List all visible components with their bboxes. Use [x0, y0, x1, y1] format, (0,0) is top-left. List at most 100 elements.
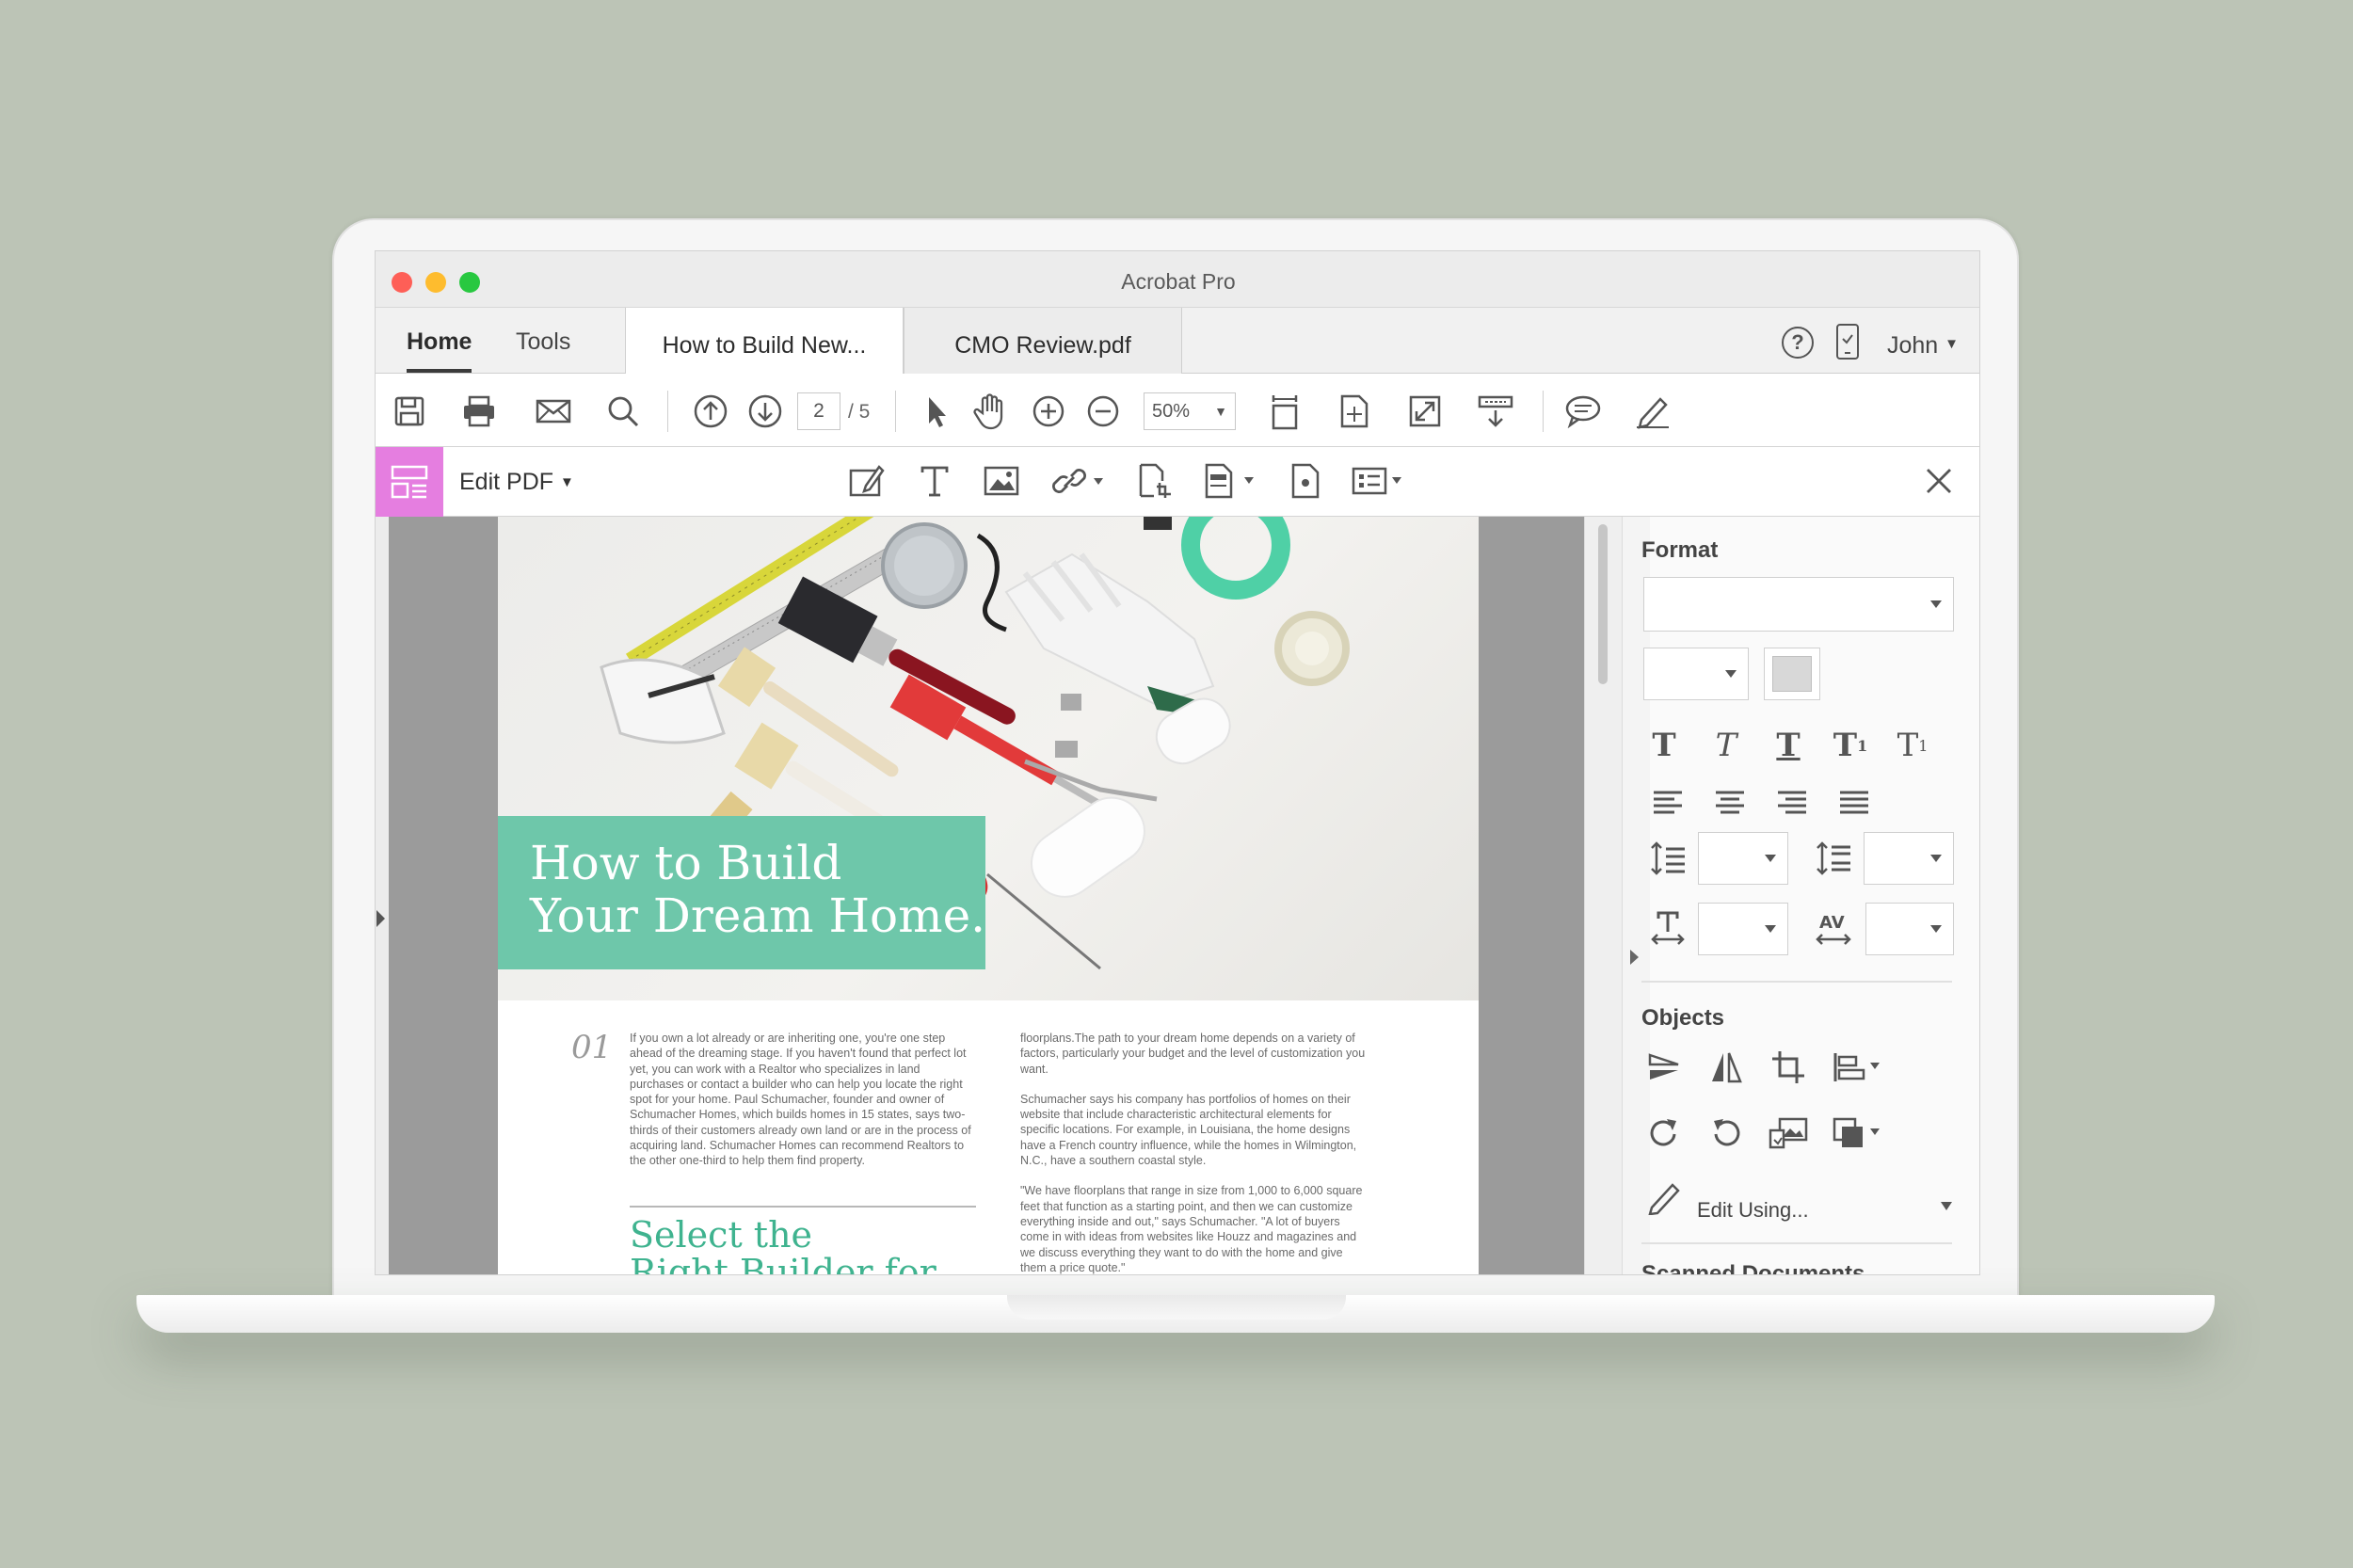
flip-horizontal-icon[interactable] — [1705, 1047, 1747, 1088]
email-icon[interactable] — [533, 391, 574, 432]
subheading-line1: Select the — [630, 1214, 813, 1256]
line-spacing-select[interactable] — [1698, 832, 1788, 885]
tab-tools[interactable]: Tools — [516, 328, 570, 356]
zoom-level-select[interactable]: 50% ▼ — [1144, 392, 1236, 430]
panel-divider — [1641, 1242, 1952, 1244]
arrange-icon[interactable] — [1830, 1112, 1886, 1154]
horizontal-scaling-icon — [1647, 907, 1689, 949]
save-icon[interactable] — [389, 391, 430, 432]
font-size-select[interactable] — [1643, 648, 1749, 700]
paragraph-spacing-icon — [1813, 838, 1854, 879]
zoom-in-icon[interactable] — [1028, 391, 1069, 432]
line-spacing-icon — [1647, 838, 1689, 879]
italic-icon[interactable]: T — [1705, 725, 1747, 766]
user-name: John — [1887, 332, 1939, 359]
body-column-1[interactable]: If you own a lot already or are inheriti… — [630, 1031, 976, 1169]
pdf-page: How to Build Your Dream Home. 01 If you … — [498, 517, 1479, 1274]
body-paragraph: floorplans.The path to your dream home d… — [1020, 1032, 1366, 1076]
section-divider — [630, 1206, 976, 1208]
section-number: 01 — [571, 1029, 613, 1066]
chevron-down-icon: ▼ — [559, 474, 574, 490]
edit-pdf-menu[interactable]: Edit PDF ▼ — [459, 469, 574, 496]
align-left-icon[interactable] — [1647, 781, 1689, 823]
page-number-input[interactable]: 2 — [797, 392, 840, 430]
crop-pages-icon[interactable] — [1134, 460, 1176, 502]
rotate-counterclockwise-icon[interactable] — [1705, 1112, 1747, 1154]
full-screen-icon[interactable] — [1404, 391, 1446, 432]
chevron-down-icon[interactable] — [1941, 1202, 1952, 1210]
hero-title[interactable]: How to Build Your Dream Home. — [498, 816, 985, 969]
watermark-icon[interactable] — [1285, 460, 1326, 502]
header-footer-icon[interactable] — [1202, 460, 1258, 502]
help-icon[interactable]: ? — [1782, 327, 1814, 359]
hero-title-line2: Your Dream Home. — [530, 888, 986, 943]
underline-icon[interactable]: T — [1768, 725, 1809, 766]
more-options-icon[interactable] — [1350, 460, 1408, 502]
scrollbar-thumb[interactable] — [1598, 524, 1608, 684]
align-objects-icon[interactable] — [1830, 1047, 1886, 1088]
fill-sign-icon[interactable] — [1632, 391, 1673, 432]
edit-pdf-label: Edit PDF — [459, 469, 554, 495]
superscript-icon[interactable]: T1 — [1830, 725, 1871, 766]
add-text-icon[interactable] — [914, 460, 955, 502]
justify-icon[interactable] — [1833, 781, 1875, 823]
hand-tool-icon[interactable] — [970, 391, 1012, 432]
fit-page-icon[interactable] — [1334, 391, 1375, 432]
chevron-down-icon — [1725, 670, 1737, 678]
chevron-down-icon — [1765, 855, 1776, 862]
edit-pdf-bar: Edit PDF ▼ — [376, 447, 1979, 517]
replace-image-icon[interactable] — [1768, 1112, 1809, 1154]
scanned-documents-heading-clip: Scanned Documents — [1641, 1261, 1952, 1274]
format-heading: Format — [1641, 537, 1719, 563]
pencil-icon — [1643, 1176, 1685, 1218]
tab-document-how-to-build[interactable]: How to Build New... — [625, 308, 904, 375]
tab-bar: Home Tools How to Build New... CMO Revie… — [376, 308, 1979, 375]
mobile-link-icon[interactable] — [1836, 324, 1859, 360]
link-icon[interactable] — [1051, 460, 1108, 502]
tools-photo: How to Build Your Dream Home. — [498, 517, 1479, 1000]
body-column-2[interactable]: floorplans.The path to your dream home d… — [1020, 1031, 1367, 1274]
chevron-down-icon — [1930, 855, 1942, 862]
bold-icon[interactable]: T — [1643, 725, 1685, 766]
comment-icon[interactable] — [1562, 391, 1604, 432]
horizontal-scaling-select[interactable] — [1698, 903, 1788, 955]
zoom-level-value: 50% — [1152, 401, 1191, 422]
zoom-out-icon[interactable] — [1082, 391, 1124, 432]
align-right-icon[interactable] — [1771, 781, 1813, 823]
vertical-scrollbar[interactable] — [1584, 517, 1622, 1274]
section-subheading[interactable]: Select the Right Builder for — [630, 1214, 936, 1274]
chevron-down-icon: ▼ — [1945, 336, 1960, 352]
search-icon[interactable] — [602, 391, 644, 432]
color-swatch — [1772, 656, 1812, 692]
tab-home[interactable]: Home — [407, 328, 472, 373]
edit-text-image-icon[interactable] — [846, 460, 888, 502]
read-mode-icon[interactable] — [1475, 391, 1516, 432]
scanned-documents-heading: Scanned Documents — [1641, 1261, 1865, 1274]
body-paragraph: Schumacher says his company has portfoli… — [1020, 1092, 1357, 1168]
chevron-down-icon: ▼ — [1214, 404, 1227, 419]
rotate-clockwise-icon[interactable] — [1643, 1112, 1685, 1154]
font-family-select[interactable] — [1643, 577, 1954, 632]
left-panel-toggle[interactable] — [376, 517, 389, 1274]
edit-pdf-tool-icon[interactable] — [376, 447, 443, 517]
paragraph-spacing-select[interactable] — [1864, 832, 1954, 885]
print-icon[interactable] — [458, 391, 500, 432]
align-center-icon[interactable] — [1709, 781, 1751, 823]
next-page-icon[interactable] — [744, 391, 786, 432]
select-cursor-icon[interactable] — [915, 391, 956, 432]
crop-icon[interactable] — [1768, 1047, 1809, 1088]
subscript-icon[interactable]: T1 — [1892, 725, 1933, 766]
edit-using-menu[interactable]: Edit Using... — [1697, 1198, 1809, 1223]
tab-document-cmo-review[interactable]: CMO Review.pdf — [904, 308, 1182, 374]
user-menu[interactable]: John ▼ — [1887, 332, 1959, 360]
close-tool-icon[interactable] — [1922, 464, 1956, 498]
character-spacing-select[interactable] — [1865, 903, 1954, 955]
hero-title-line1: How to Build — [530, 836, 842, 890]
previous-page-icon[interactable] — [690, 391, 731, 432]
chevron-down-icon — [1765, 925, 1776, 933]
add-image-icon[interactable] — [981, 460, 1022, 502]
fit-page-width-icon[interactable] — [1264, 391, 1305, 432]
font-color-swatch[interactable] — [1764, 648, 1820, 700]
flip-vertical-icon[interactable] — [1643, 1047, 1685, 1088]
panel-divider — [1641, 981, 1952, 983]
